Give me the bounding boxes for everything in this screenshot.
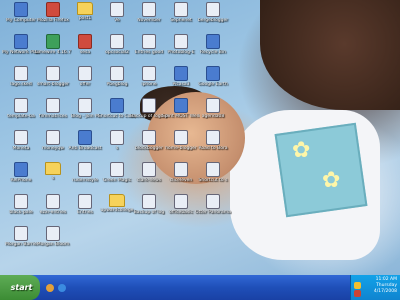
application-icon	[206, 66, 220, 81]
document-icon	[142, 162, 156, 177]
document-icon	[174, 162, 188, 177]
document-icon	[14, 130, 28, 145]
document-icon	[110, 162, 124, 177]
application-icon	[14, 162, 28, 177]
quick-launch-icon[interactable]	[58, 283, 66, 292]
document-icon	[206, 98, 220, 113]
document-icon	[78, 66, 92, 81]
document-icon	[174, 34, 188, 49]
application-icon	[174, 66, 188, 81]
taskbar: start 11:02 AM Thursday 4/17/2008	[0, 275, 400, 300]
wallpaper-mother	[260, 0, 400, 110]
desktop-icon[interactable]: Google Earth	[194, 66, 232, 87]
desktop-icon-label: Otter Panorama	[195, 210, 231, 215]
folder-icon	[45, 162, 61, 175]
document-icon	[142, 34, 156, 49]
document-icon	[174, 2, 188, 17]
desktop-icon[interactable]: Road to Bora	[194, 130, 232, 151]
document-icon	[206, 162, 220, 177]
document-icon	[46, 130, 60, 145]
document-icon	[78, 162, 92, 177]
application-icon	[46, 2, 60, 17]
document-icon	[110, 130, 124, 145]
application-icon	[46, 34, 60, 49]
wallpaper-flower: ✿	[292, 138, 311, 163]
document-icon	[46, 66, 60, 81]
application-icon	[110, 98, 124, 113]
desktop-icon-label: Recycle Bin	[200, 50, 226, 55]
application-icon	[14, 2, 28, 17]
document-icon	[142, 194, 156, 209]
desktop-icon-label: Shortcut to s	[198, 178, 228, 183]
document-icon	[14, 98, 28, 113]
document-icon	[78, 194, 92, 209]
document-icon	[174, 194, 188, 209]
application-icon	[206, 34, 220, 49]
document-icon	[46, 98, 60, 113]
desktop-icon[interactable]: Recycle Bin	[194, 34, 232, 55]
desktop-icon[interactable]: Shortcut to s	[194, 162, 232, 183]
desktop-background: ✿ ✿ My Computer Mozilla Firefox post1 Ve Nov…	[0, 0, 400, 300]
document-icon	[142, 130, 156, 145]
folder-icon	[77, 2, 93, 15]
document-icon	[206, 2, 220, 17]
document-icon	[110, 34, 124, 49]
desktop-icon[interactable]: bergeblogger	[194, 2, 232, 23]
document-icon	[174, 130, 188, 145]
system-tray: 11:02 AM Thursday 4/17/2008	[350, 275, 400, 300]
desktop-icon-label: Road to Bora	[198, 146, 228, 151]
document-icon	[46, 194, 60, 209]
document-icon	[46, 226, 60, 241]
start-button[interactable]: start	[0, 275, 40, 300]
application-icon	[174, 98, 188, 113]
wallpaper-patch	[274, 122, 368, 218]
wallpaper-flower: ✿	[322, 168, 341, 193]
quick-launch-icon[interactable]	[46, 283, 54, 292]
document-icon	[14, 226, 28, 241]
document-icon	[142, 98, 156, 113]
document-icon	[142, 2, 156, 17]
document-icon	[78, 98, 92, 113]
document-icon	[206, 194, 220, 209]
tray-icon[interactable]	[354, 282, 361, 289]
document-icon	[206, 130, 220, 145]
application-icon	[78, 130, 92, 145]
document-icon	[142, 66, 156, 81]
application-icon	[78, 34, 92, 49]
document-icon	[14, 66, 28, 81]
tray-icon[interactable]	[354, 290, 361, 297]
desktop-icon-label: Google Earth	[198, 82, 228, 87]
desktop-icon-label: Morgan Bloom	[36, 242, 70, 247]
document-icon	[110, 2, 124, 17]
desktop-icon[interactable]: Morgan Bloom	[34, 226, 72, 247]
document-icon	[110, 66, 124, 81]
desktop-icon-label: bergeblogger	[197, 18, 229, 23]
desktop-icon-label: agenda08	[201, 114, 225, 119]
folder-icon	[109, 194, 125, 207]
desktop-icon[interactable]: Otter Panorama	[194, 194, 232, 215]
application-icon	[14, 34, 28, 49]
desktop-icon[interactable]: agenda08	[194, 98, 232, 119]
document-icon	[14, 194, 28, 209]
